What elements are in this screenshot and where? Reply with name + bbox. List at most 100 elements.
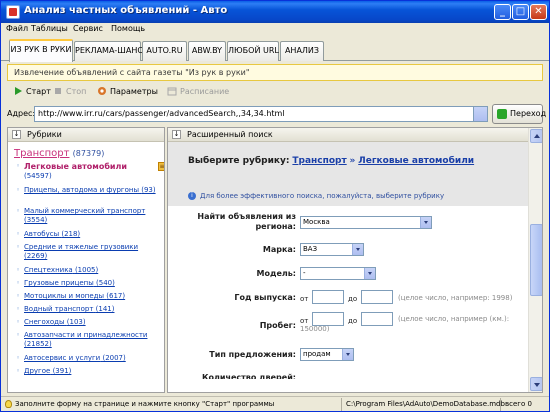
category-item-count: (103): [66, 318, 86, 326]
category-root-link[interactable]: Транспорт: [14, 148, 69, 159]
brand-label: Марка:: [262, 245, 296, 254]
status-divider: [500, 398, 501, 411]
vertical-scrollbar[interactable]: [528, 128, 542, 392]
offer-type-select[interactable]: продам: [300, 348, 354, 361]
bullet-icon: ◦: [16, 318, 21, 326]
search-form: Найти объявления из региона: Москва Марк…: [168, 208, 528, 392]
region-select-value: Москва: [303, 218, 330, 226]
scroll-up-icon[interactable]: [530, 129, 542, 143]
category-item-count: (617): [106, 292, 126, 300]
status-db-path: C:\Program Files\AdAuto\DemoDatabase.mdb: [346, 400, 505, 408]
chevron-down-icon: [420, 217, 431, 228]
gear-icon: [98, 86, 106, 95]
mileage-note-line2: 150000): [300, 325, 330, 333]
region-label: Найти объявления из региона:: [197, 212, 296, 231]
categories-panel: ↓ Рубрики Транспорт (87379) ◦ Легковые а…: [7, 127, 165, 393]
tab-reklama-shans[interactable]: РЕКЛАМА-ШАНС: [74, 41, 143, 61]
rubric-hint: i Для более эффективного поиска, пожалуйс…: [188, 192, 444, 200]
mileage-from-input[interactable]: [312, 312, 344, 326]
offer-type-select-value: продам: [303, 350, 331, 358]
category-item-label: Мотоциклы и мопеды: [24, 292, 105, 300]
year-to-input[interactable]: [361, 290, 393, 304]
app-window: Анализ частных объявлений - Авто _ □ ✕ Ф…: [0, 0, 550, 412]
bullet-icon: ◦: [16, 279, 21, 287]
params-button-label: Параметры: [110, 87, 158, 96]
menu-service[interactable]: Сервис: [73, 24, 103, 33]
address-bar: Адрес: http://www.irr.ru/cars/passenger/…: [7, 104, 547, 124]
bullet-icon: ◦: [16, 207, 21, 215]
region-select[interactable]: Москва: [300, 216, 432, 229]
year-to-label: до: [348, 295, 358, 303]
start-button[interactable]: Старт: [13, 85, 51, 99]
mileage-label: Пробег:: [259, 321, 296, 330]
title-bar[interactable]: Анализ частных объявлений - Авто _ □ ✕: [1, 1, 549, 23]
model-select[interactable]: -: [300, 267, 376, 280]
go-arrow-icon: [497, 109, 507, 119]
maximize-button[interactable]: □: [512, 4, 529, 20]
collapse-search-icon[interactable]: ↓: [172, 130, 181, 139]
collapse-categories-icon[interactable]: ↓: [12, 130, 21, 139]
breadcrumb-cars-link[interactable]: Легковые автомобили: [358, 156, 474, 166]
advanced-search-title: Расширенный поиск: [187, 130, 273, 139]
address-dropdown-button[interactable]: [474, 106, 488, 122]
lightbulb-icon: [5, 400, 12, 408]
info-banner: Извлечение объявлений с сайта газеты "Из…: [7, 64, 543, 81]
schedule-button[interactable]: Расписание: [167, 85, 229, 99]
breadcrumb-separator: »: [349, 156, 356, 166]
close-button[interactable]: ✕: [530, 4, 547, 20]
tab-auto-ru[interactable]: AUTO.RU: [142, 41, 187, 61]
advanced-search-panel: ↓ Расширенный поиск Выберите рубрику: Тр…: [167, 127, 543, 393]
scroll-down-icon[interactable]: [530, 377, 542, 391]
bullet-icon: ◦: [16, 354, 21, 362]
bullet-icon: ◦: [16, 331, 21, 339]
rubric-label: Выберите рубрику:: [188, 156, 290, 166]
bullet-icon: ◦: [16, 162, 21, 170]
tab-analysis[interactable]: АНАЛИЗ: [280, 41, 324, 61]
tab-strip: ИЗ РУК В РУКИ РЕКЛАМА-ШАНС AUTO.RU ABW.B…: [1, 37, 549, 62]
category-item-count: (391): [52, 367, 72, 375]
category-item-label: Прицепы, автодома и фургоны: [24, 186, 139, 194]
minimize-button[interactable]: _: [494, 4, 511, 20]
tab-iz-ruk-v-ruki[interactable]: ИЗ РУК В РУКИ: [9, 39, 73, 62]
stop-button[interactable]: Стоп: [53, 85, 86, 99]
chevron-down-icon: [364, 268, 375, 279]
menu-tables[interactable]: Таблицы: [31, 24, 68, 33]
app-icon: [6, 5, 20, 19]
brand-select[interactable]: ВАЗ: [300, 243, 364, 256]
category-item-label: Снегоходы: [24, 318, 65, 326]
year-from-input[interactable]: [312, 290, 344, 304]
category-item-count: (218): [61, 230, 81, 238]
go-button-label: Переход: [510, 109, 547, 118]
model-label: Модель:: [256, 269, 296, 278]
model-select-value: -: [303, 269, 306, 277]
menu-file[interactable]: Файл: [6, 24, 28, 33]
category-item[interactable]: ◦ Легковые автомобили (54597) ≡: [16, 162, 164, 182]
bullet-icon: ◦: [16, 292, 21, 300]
bullet-icon: ◦: [16, 367, 21, 375]
breadcrumb-transport-link[interactable]: Транспорт: [292, 156, 346, 166]
start-button-label: Старт: [26, 87, 51, 96]
tab-any-url[interactable]: ЛЮБОЙ URL: [227, 41, 279, 61]
scroll-thumb[interactable]: [530, 224, 542, 296]
window-title: Анализ частных объявлений - Авто: [24, 5, 228, 16]
stop-button-label: Стоп: [66, 87, 87, 96]
category-item-label: Спецтехника: [24, 266, 73, 274]
category-item-count: (3554): [24, 216, 48, 224]
info-icon: i: [188, 192, 196, 200]
rubric-area: Выберите рубрику: Транспорт » Легковые а…: [168, 142, 528, 206]
address-label: Адрес:: [7, 109, 36, 118]
go-button[interactable]: Переход: [492, 104, 547, 124]
bullet-icon: ◦: [16, 186, 21, 194]
selected-badge-icon: ≡: [158, 162, 165, 171]
menu-help[interactable]: Помощь: [111, 24, 145, 33]
calendar-icon: [167, 87, 177, 95]
mileage-to-input[interactable]: [361, 312, 393, 326]
category-item-count: (54597): [24, 172, 52, 180]
address-input[interactable]: http://www.irr.ru/cars/passenger/advance…: [34, 106, 474, 122]
bullet-icon: ◦: [16, 230, 21, 238]
rubric-breadcrumb: Выберите рубрику: Транспорт » Легковые а…: [188, 156, 474, 166]
category-item-count: (141): [95, 305, 115, 313]
category-item-count: (2269): [24, 252, 48, 260]
tab-abw-by[interactable]: ABW.BY: [188, 41, 226, 61]
params-button[interactable]: Параметры: [97, 85, 158, 99]
